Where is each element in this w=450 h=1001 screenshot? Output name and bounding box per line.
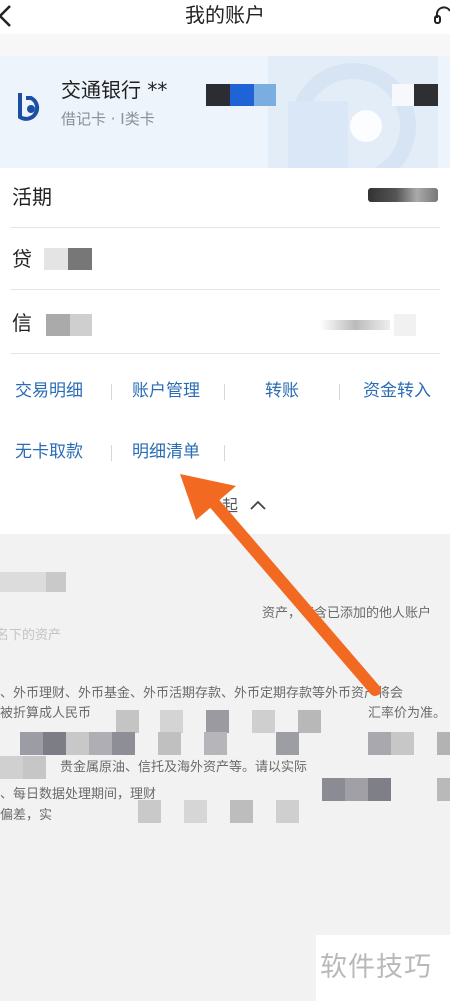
blurred-block: [0, 756, 23, 779]
card-watermark-icon: [268, 56, 438, 168]
blurred-block: [345, 778, 368, 801]
blurred-block: [66, 732, 89, 755]
blurred-block: [391, 732, 414, 755]
card-type: 借记卡 · I类卡: [61, 110, 155, 128]
balance-value-blurred: [368, 188, 438, 202]
note-line: 、外币理财、外币基金、外币活期存款、外币定期存款等外币资产将会: [0, 686, 404, 701]
balance-label: 信: [12, 311, 32, 335]
blurred-block: [89, 732, 112, 755]
header-gap: [0, 34, 450, 56]
chevron-up-icon: [250, 500, 266, 510]
balance-value-blurred: [44, 248, 68, 270]
blurred-block: [23, 756, 46, 779]
blurred-block: [158, 732, 181, 755]
balance-row-current[interactable]: 活期: [10, 168, 440, 228]
card-number-mask: [392, 84, 414, 106]
blurred-block: [368, 732, 391, 755]
card-number-mask: [230, 84, 254, 106]
row-divider: [10, 289, 440, 290]
cardless-withdrawal-link[interactable]: 无卡取款: [15, 439, 83, 465]
bank-card[interactable]: 交通银行 ** 借记卡 · I类卡: [0, 56, 450, 168]
note-line: 资产，不含已添加的他人账户: [262, 606, 432, 621]
action-divider: [111, 384, 112, 400]
bank-logo-icon: [18, 93, 40, 121]
blurred-block: [322, 778, 345, 801]
note-line: 汇率价为准。: [368, 706, 447, 721]
blurred-block: [206, 710, 229, 733]
page-title: 我的账户: [185, 3, 265, 27]
balance-row-credit[interactable]: 信: [10, 294, 440, 354]
action-divider: [111, 445, 112, 461]
note-line: 名下的资产: [0, 628, 62, 643]
action-divider: [339, 384, 340, 400]
blurred-block: [20, 732, 43, 755]
blurred-block: [160, 710, 183, 733]
card-number-mask: [254, 84, 276, 106]
row-divider: [10, 227, 440, 228]
blurred-block: [116, 710, 139, 733]
balance-value-blurred: [70, 314, 92, 336]
blurred-block: [298, 710, 321, 733]
fund-transfer-in-link[interactable]: 资金转入: [363, 378, 431, 404]
card-number-mask: [414, 84, 438, 106]
blurred-block: [252, 710, 275, 733]
blurred-block: [230, 800, 253, 823]
header-bar: 我的账户: [0, 0, 450, 34]
blurred-block: [138, 800, 161, 823]
blurred-block: [0, 572, 46, 592]
blurred-block: [112, 732, 135, 755]
blurred-block: [43, 732, 66, 755]
balance-value-blurred: [320, 320, 390, 330]
blurred-block: [276, 800, 299, 823]
balance-row-loan[interactable]: 贷: [10, 230, 440, 290]
transactions-link[interactable]: 交易明细: [15, 378, 83, 404]
note-line: 偏差，实: [0, 808, 53, 823]
blurred-block: [204, 732, 227, 755]
collapse-toggle[interactable]: 起: [222, 494, 267, 518]
balance-label: 活期: [12, 185, 52, 209]
note-line: 贵金属原油、信托及海外资产等。请以实际: [60, 760, 308, 775]
note-line: 被折算成人民币: [0, 706, 92, 721]
collapse-label: 起: [222, 496, 239, 515]
blurred-block: [276, 732, 299, 755]
bank-name: 交通银行 **: [61, 78, 168, 102]
headset-icon[interactable]: [434, 4, 450, 26]
blurred-block: [184, 800, 207, 823]
blurred-block: [437, 732, 450, 755]
balance-label: 贷: [12, 247, 32, 271]
blurred-block: [46, 572, 66, 592]
row-divider: [10, 353, 440, 354]
card-number-mask: [206, 84, 230, 106]
action-divider: [224, 445, 225, 461]
statement-list-link[interactable]: 明细清单: [132, 439, 200, 465]
transfer-link[interactable]: 转账: [265, 378, 299, 404]
site-watermark: 软件技巧: [320, 952, 432, 983]
blurred-block: [437, 778, 450, 801]
balance-value-blurred: [394, 314, 416, 336]
account-management-link[interactable]: 账户管理: [132, 378, 200, 404]
balance-value-blurred: [46, 314, 70, 336]
note-line: 、每日数据处理期间，理财: [0, 787, 157, 802]
blurred-block: [368, 778, 391, 801]
action-divider: [224, 384, 225, 400]
balance-value-blurred: [68, 248, 92, 270]
